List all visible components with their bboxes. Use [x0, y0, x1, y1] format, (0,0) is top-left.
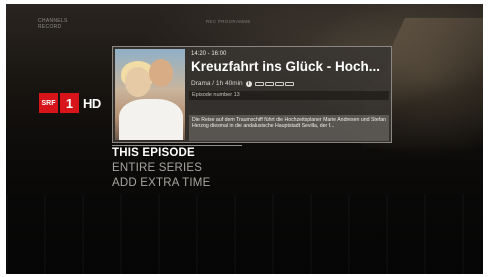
- menu-item-this-episode[interactable]: THIS EPISODE: [112, 146, 210, 161]
- program-description: Die Reise auf dem Traumschiff führt die …: [189, 115, 389, 141]
- format-badge-icon: [254, 81, 264, 86]
- header-title: REC PROGRAMME: [206, 19, 251, 24]
- format-badge-icon: [264, 81, 274, 86]
- episode-number: Episode number 13: [192, 92, 240, 98]
- format-badges: [254, 81, 294, 86]
- program-meta: Drama / 1h 40min i: [191, 80, 294, 87]
- menu-item-entire-series[interactable]: ENTIRE SERIES: [112, 161, 210, 176]
- channel-logo-number: 1: [60, 93, 79, 113]
- program-time: 14:20 - 16:00: [191, 51, 227, 57]
- section-label-line2: RECORD: [38, 24, 62, 30]
- menu-item-add-extra-time[interactable]: ADD EXTRA TIME: [112, 176, 210, 191]
- channel-logo: SRF 1 HD: [39, 93, 101, 113]
- format-badge-icon: [274, 81, 284, 86]
- program-poster: [115, 49, 185, 140]
- program-title: Kreuzfahrt ins Glück - Hoch...: [191, 59, 381, 74]
- hd-badge: HD: [83, 95, 101, 111]
- section-label: CHANNELS RECORD: [38, 18, 68, 30]
- program-genre-duration: Drama / 1h 40min: [191, 80, 243, 87]
- format-badge-icon: [284, 81, 294, 86]
- program-info-card: 14:20 - 16:00 Kreuzfahrt ins Glück - Hoc…: [112, 46, 392, 143]
- info-icon: i: [245, 80, 252, 87]
- channel-logo-srf: SRF: [39, 93, 58, 113]
- background-texture: [6, 194, 483, 274]
- tv-screen: CHANNELS RECORD REC PROGRAMME SRF 1 HD 1…: [6, 4, 483, 274]
- record-options-menu: THIS EPISODE ENTIRE SERIES ADD EXTRA TIM…: [112, 146, 210, 191]
